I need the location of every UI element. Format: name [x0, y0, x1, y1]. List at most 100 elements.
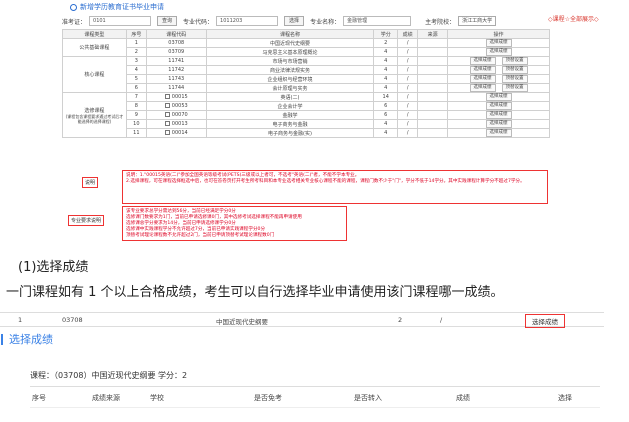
row-name: 中国近现代史纲要 [216, 318, 268, 326]
select-score-button[interactable]: 选择成绩 [525, 314, 565, 328]
cell-text: / [406, 112, 409, 118]
select-major-button[interactable]: 选择 [284, 16, 305, 26]
table-row: 核心课程 3 11741 市场与市场营销 4/选择成绩 顶替设置 [62, 56, 550, 93]
school-select[interactable]: 浙江工商大学 [458, 16, 497, 26]
cell-name: 中国近现代史纲要 [205, 38, 375, 48]
table-row: 公共基础课程 1 03708 中国近现代史纲要 2 / 选择成绩 [62, 38, 550, 57]
cell-credit: 4 [373, 47, 399, 57]
select-score-button[interactable]: 选择成绩 [485, 48, 512, 56]
cell-name: 英语(二) [205, 92, 375, 102]
course-type-label: 公共基础课程 [79, 45, 110, 51]
substitute-setting-button[interactable]: 顶替设置 [501, 66, 528, 74]
major-name-label: 专业名称： [310, 18, 341, 26]
cell-src [417, 110, 449, 120]
select-score-button[interactable]: 选择成绩 [485, 129, 512, 137]
query-button[interactable]: 查询 [157, 16, 178, 26]
cell-text: 3 [134, 58, 138, 64]
cell-score: / [397, 92, 419, 102]
cell-text: 7 [134, 94, 138, 100]
row-no: 1 [18, 316, 23, 324]
select-score-button[interactable]: 选择成绩 [485, 93, 512, 101]
cell-text: 4 [384, 85, 388, 91]
table-row: 6 11744 会计原理与实务 4 / 选择成绩 顶替设置 [63, 83, 550, 93]
cell-no: 8 [125, 101, 147, 111]
note-line: 2.选择课程，可在课程选择框选中后，也可在答卷页打开考生所考科目和本专业选考相关… [126, 179, 525, 184]
cell-credit: 4 [373, 83, 399, 93]
select-score-button[interactable]: 选择成绩 [485, 102, 512, 110]
zkz-label: 准考证： [62, 18, 87, 26]
cell-score: / [397, 65, 419, 75]
elective-checkbox[interactable] [164, 112, 170, 117]
elective-checkbox[interactable] [164, 130, 170, 135]
col-select: 选择 [558, 394, 572, 402]
cell-text: 10 [133, 121, 140, 127]
description-paragraph: 一门课程如有 1 个以上合格成绩，考生可以自行选择毕业申请使用该门课程哪一成绩。 [6, 285, 504, 300]
cell-text: 企业会计学 [277, 103, 303, 110]
row-credit: 2 [398, 316, 403, 324]
select-score-button[interactable]: 选择成绩 [469, 57, 496, 65]
cell-text: / [406, 121, 409, 127]
substitute-setting-button[interactable]: 顶替设置 [501, 84, 528, 92]
cell-text: 电子商务与金融 [272, 121, 308, 128]
select-score-button[interactable]: 选择成绩 [485, 120, 512, 128]
page-title-text: 新增学历教育证书毕业申请 [80, 3, 164, 11]
substitute-setting-button[interactable]: 顶替设置 [501, 75, 528, 83]
cell-src [417, 128, 449, 138]
cell-score: / [397, 101, 419, 111]
cell-text: 2 [134, 49, 138, 55]
cell-src [417, 38, 449, 48]
cell-no: 7 [125, 92, 147, 102]
zkz-input[interactable]: 0101 [89, 16, 152, 26]
cell-name: 电子商务与金融 [205, 119, 375, 129]
cell-code: 00053 [145, 101, 207, 111]
cell-text: 00070 [171, 112, 188, 118]
cell-src [417, 101, 449, 111]
elective-checkbox[interactable] [164, 103, 170, 108]
select-score-button[interactable]: 选择成绩 [469, 84, 496, 92]
cell-src [417, 83, 449, 93]
course-type-cell: 公共基础课程 [62, 38, 127, 57]
select-score-button[interactable]: 选择成绩 [485, 39, 512, 47]
elective-checkbox[interactable] [164, 121, 170, 126]
info-icon [70, 3, 77, 11]
select-score-button[interactable]: 选择成绩 [469, 66, 496, 74]
column-header: 课程名称 [205, 29, 375, 39]
select-score-button[interactable]: 选择成绩 [485, 111, 512, 119]
section-heading: (1)选择成绩 [18, 260, 89, 275]
column-header: 课程类型 [62, 29, 127, 39]
cell-score: / [397, 128, 419, 138]
cell-name: 会计原理与实务 [205, 83, 375, 93]
cell-code: 00015 [145, 92, 207, 102]
substitute-setting-button[interactable]: 顶替设置 [501, 57, 528, 65]
col-no: 序号 [32, 394, 46, 402]
major-code-input[interactable]: 1011203 [216, 16, 279, 26]
cell-text: 英语(二) [280, 94, 300, 101]
show-all-link[interactable]: ◇课程☆全部展示◇ [548, 14, 599, 23]
cell-src [417, 56, 449, 66]
cell-name: 企业会计学 [205, 101, 375, 111]
requirement-label: 专业要求说明 [68, 215, 105, 226]
table-row: 10 00013 电子商务与金融 4 / 选择成绩 [63, 119, 550, 129]
cell-actions: 选择成绩 [447, 101, 550, 111]
cell-credit: 14 [373, 92, 399, 102]
page-title: 新增学历教育证书毕业申请 [70, 2, 164, 12]
row-score: / [440, 316, 443, 324]
cell-code: 11743 [145, 74, 207, 84]
col-source: 成绩来源 [92, 394, 120, 402]
major-code-label: 专业代码： [183, 18, 214, 26]
cell-text: 1 [134, 40, 138, 46]
column-header: 成绩 [397, 29, 419, 39]
cell-text: / [406, 85, 409, 91]
select-score-button[interactable]: 选择成绩 [469, 75, 496, 83]
cell-actions: 选择成绩 [447, 38, 550, 48]
table-row: 9 00070 金融学 6 / 选择成绩 [63, 110, 550, 120]
cell-actions: 选择成绩 顶替设置 [447, 56, 550, 66]
cell-text: 6 [384, 103, 388, 109]
major-name-input[interactable]: 金融管理 [343, 16, 412, 26]
cell-code: 00014 [145, 128, 207, 138]
cell-text: 2 [384, 40, 388, 46]
course-type-label: 核心课程 [84, 72, 105, 78]
table-header: 课程类型 序号 课程代码 课程名称 学分 成绩 来源 操作 [62, 29, 550, 39]
elective-checkbox[interactable] [164, 94, 170, 99]
cell-text: 商业法律法规实务 [269, 67, 310, 74]
